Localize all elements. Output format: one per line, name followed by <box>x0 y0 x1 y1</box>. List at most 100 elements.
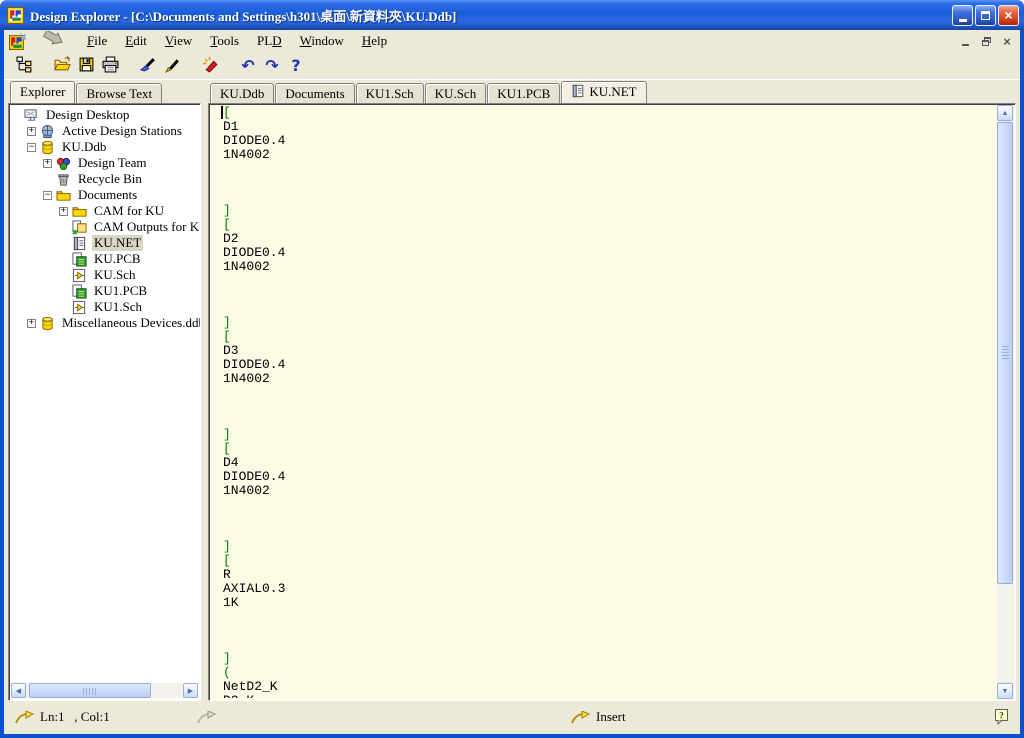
panel-tab-explorer[interactable]: Explorer <box>10 81 75 103</box>
tree-item-label: Active Design Stations <box>60 123 184 139</box>
open-button[interactable] <box>50 54 74 78</box>
paste-button[interactable] <box>160 54 184 78</box>
wand-button[interactable] <box>198 54 222 78</box>
menu-file[interactable]: File <box>78 31 116 50</box>
netlist-content[interactable]: [D1DIODE0.41N4002 ][D2DIODE0.41N4002 ][D… <box>212 106 995 698</box>
toggle-explorer-button[interactable] <box>12 54 36 78</box>
expand-icon[interactable]: + <box>59 207 68 216</box>
scroll-grip <box>1002 346 1009 360</box>
scroll-thumb[interactable] <box>997 122 1013 584</box>
code-line <box>223 274 995 288</box>
doc-tab-ku1-sch[interactable]: KU1.Sch <box>356 83 424 103</box>
cut-button[interactable] <box>136 54 160 78</box>
insert-mode-group: Insert <box>570 703 626 731</box>
design-tree: Design Desktop+Active Design Stations−KU… <box>8 103 201 701</box>
tree-item-ku-net[interactable]: KU.NET <box>9 235 200 251</box>
sch-document-icon <box>72 300 88 315</box>
code-line: NetD2_K <box>223 680 995 694</box>
tree-item-ku1-pcb[interactable]: KU1.PCB <box>9 283 200 299</box>
doc-tab-documents[interactable]: Documents <box>275 83 354 103</box>
doc-tab-ku-ddb[interactable]: KU.Ddb <box>210 83 274 103</box>
scroll-down-button[interactable]: ▼ <box>997 683 1013 699</box>
tree-item-ku-sch[interactable]: KU.Sch <box>9 267 200 283</box>
editor-vertical-scrollbar[interactable]: ▲ ▼ <box>997 105 1014 699</box>
tab-label: KU.Sch <box>435 86 477 101</box>
panel-tab-browse-text[interactable]: Browse Text <box>76 83 162 103</box>
expand-icon[interactable]: + <box>27 127 36 136</box>
mdi-restore-button[interactable] <box>977 34 995 49</box>
menu-view[interactable]: View <box>156 31 201 50</box>
text-editor[interactable]: [D1DIODE0.41N4002 ][D2DIODE0.41N4002 ][D… <box>208 103 1016 701</box>
save-floppy-icon <box>78 56 95 76</box>
system-menu-arrow-icon[interactable] <box>40 31 66 51</box>
expand-icon[interactable]: + <box>27 319 36 328</box>
text-caret <box>221 106 223 119</box>
cursor-position-group: Ln:1 , Col:1 <box>14 703 110 731</box>
tree-item-ku-pcb[interactable]: KU.PCB <box>9 251 200 267</box>
code-line <box>223 176 995 190</box>
tree-item-ku1-sch[interactable]: KU1.Sch <box>9 299 200 315</box>
doc-tab-ku-sch[interactable]: KU.Sch <box>425 83 487 103</box>
scroll-left-button[interactable]: ◀ <box>11 683 26 698</box>
code-line <box>223 624 995 638</box>
mdi-close-button[interactable]: × <box>998 34 1016 49</box>
mdi-minimize-icon <box>962 44 969 46</box>
code-line: [ <box>223 106 995 120</box>
help-button[interactable]: ? <box>284 54 308 78</box>
protel-menu-logo-icon[interactable] <box>9 33 26 50</box>
panel-splitter[interactable] <box>201 81 208 701</box>
tab-label: Browse Text <box>86 86 152 101</box>
tree-item-documents[interactable]: −Documents <box>9 187 200 203</box>
paste-tool-icon <box>164 56 181 76</box>
scroll-right-button[interactable]: ▶ <box>183 683 198 698</box>
code-line: ( <box>223 666 995 680</box>
tree-item-label: KU1.Sch <box>92 299 144 315</box>
print-button[interactable] <box>98 54 122 78</box>
tab-label: Explorer <box>20 84 65 99</box>
menu-window[interactable]: Window <box>291 31 353 50</box>
code-line: DIODE0.4 <box>223 134 995 148</box>
collapse-icon[interactable]: − <box>43 191 52 200</box>
tree-item-miscellaneous-devices-ddb[interactable]: +Miscellaneous Devices.ddb <box>9 315 200 331</box>
printer-icon <box>102 56 119 76</box>
tab-label: KU.NET <box>589 84 636 99</box>
cut-tool-icon <box>140 56 157 76</box>
tree-item-active-design-stations[interactable]: + Active Design Stations <box>9 123 200 139</box>
tree-item-design-team[interactable]: +Design Team <box>9 155 200 171</box>
help-question-icon: ? <box>291 56 300 75</box>
mdi-minimize-button[interactable] <box>956 34 974 49</box>
status-arrow-gray-group <box>196 703 216 731</box>
tree-item-cam-outputs-for-ku[interactable]: CAM Outputs for KU <box>9 219 200 235</box>
tree-item-label: CAM Outputs for KU <box>92 219 201 235</box>
tree-item-design-desktop[interactable]: Design Desktop <box>9 107 200 123</box>
redo-button[interactable]: ↷ <box>260 54 284 78</box>
title-bar: Design Explorer - [C:\Documents and Sett… <box>0 0 1024 30</box>
scroll-up-button[interactable]: ▲ <box>997 105 1013 121</box>
minimize-button[interactable] <box>952 5 973 26</box>
tree-item-label: CAM for KU <box>92 203 166 219</box>
menu-tools[interactable]: Tools <box>201 31 248 50</box>
help-balloon-icon[interactable]: ? <box>993 708 1010 725</box>
collapse-icon[interactable]: − <box>27 143 36 152</box>
tree-horizontal-scrollbar[interactable]: ◀ ▶ <box>11 683 198 698</box>
doc-tab-ku1-pcb[interactable]: KU1.PCB <box>487 83 560 103</box>
menu-edit[interactable]: Edit <box>116 31 156 50</box>
maximize-button[interactable] <box>975 5 996 26</box>
code-line <box>223 162 995 176</box>
status-arrow-icon <box>14 711 34 724</box>
tree-item-cam-for-ku[interactable]: + CAM for KU <box>9 203 200 219</box>
tree-item-recycle-bin[interactable]: Recycle Bin <box>9 171 200 187</box>
expand-icon[interactable]: + <box>43 159 52 168</box>
tree-item-ku-ddb[interactable]: −KU.Ddb <box>9 139 200 155</box>
tree-item-label: KU.Sch <box>92 267 138 283</box>
save-button[interactable] <box>74 54 98 78</box>
code-line <box>223 498 995 512</box>
undo-button[interactable]: ↶ <box>236 54 260 78</box>
menu-help[interactable]: Help <box>353 31 396 50</box>
doc-tab-ku-net[interactable]: KU.NET <box>561 81 646 103</box>
close-button[interactable]: × <box>998 5 1019 26</box>
menu-pld[interactable]: PLD <box>248 31 291 50</box>
code-line <box>223 288 995 302</box>
code-line <box>223 610 995 624</box>
scroll-thumb[interactable] <box>29 683 151 698</box>
